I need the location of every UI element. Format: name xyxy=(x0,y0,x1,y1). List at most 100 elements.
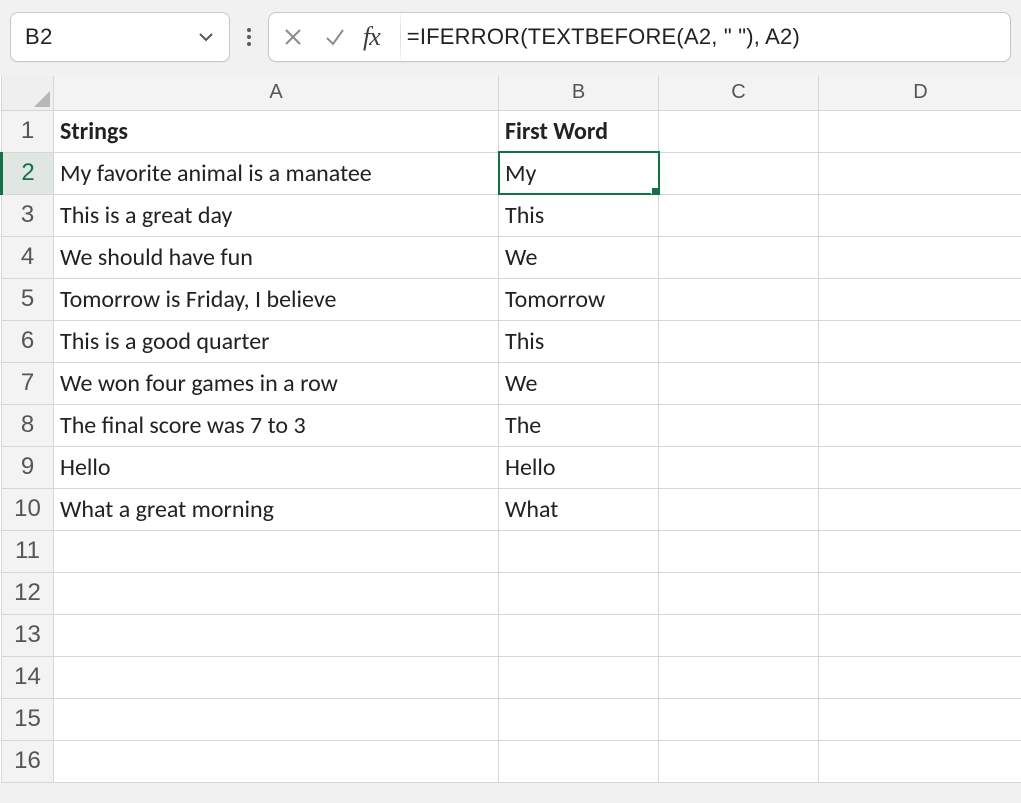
cell[interactable] xyxy=(659,698,819,740)
cell[interactable]: This xyxy=(499,320,659,362)
cell[interactable]: We should have fun xyxy=(54,236,499,278)
cell[interactable] xyxy=(819,614,1021,656)
name-box[interactable]: B2 xyxy=(10,12,230,62)
cell[interactable]: Hello xyxy=(54,446,499,488)
cell[interactable]: We xyxy=(499,236,659,278)
cell[interactable]: Tomorrow xyxy=(499,278,659,320)
select-all-corner[interactable] xyxy=(2,76,54,110)
cell[interactable] xyxy=(659,572,819,614)
chevron-down-icon[interactable] xyxy=(195,26,217,48)
row-header[interactable]: 9 xyxy=(2,446,54,488)
row-header[interactable]: 6 xyxy=(2,320,54,362)
formula-bar[interactable]: fx =IFERROR(TEXTBEFORE(A2, " "), A2) xyxy=(268,12,1011,62)
cell[interactable]: My xyxy=(499,152,659,194)
cell[interactable] xyxy=(499,572,659,614)
row-header[interactable]: 12 xyxy=(2,572,54,614)
cell[interactable] xyxy=(819,236,1021,278)
cell[interactable] xyxy=(819,152,1021,194)
formula-bar-row: B2 fx =IFERROR(TEXTBEFORE(A2, " "), A2) xyxy=(0,0,1021,76)
col-header-a[interactable]: A xyxy=(54,76,499,110)
cell[interactable] xyxy=(659,614,819,656)
row-header[interactable]: 11 xyxy=(2,530,54,572)
row-header[interactable]: 8 xyxy=(2,404,54,446)
cell[interactable] xyxy=(819,278,1021,320)
cell[interactable] xyxy=(819,698,1021,740)
row-header[interactable]: 7 xyxy=(2,362,54,404)
row-header[interactable]: 16 xyxy=(2,740,54,782)
table-row: 7We won four games in a rowWe xyxy=(2,362,1021,404)
row-header[interactable]: 3 xyxy=(2,194,54,236)
cell[interactable] xyxy=(499,530,659,572)
row-header[interactable]: 5 xyxy=(2,278,54,320)
cell[interactable]: Strings xyxy=(54,110,499,152)
cell[interactable]: The final score was 7 to 3 xyxy=(54,404,499,446)
cell[interactable] xyxy=(54,572,499,614)
cell[interactable]: First Word xyxy=(499,110,659,152)
cell[interactable] xyxy=(659,404,819,446)
cell[interactable] xyxy=(819,320,1021,362)
cell[interactable]: We xyxy=(499,362,659,404)
row-header[interactable]: 2 xyxy=(2,152,54,194)
cell[interactable] xyxy=(819,194,1021,236)
cell[interactable] xyxy=(819,530,1021,572)
cell[interactable] xyxy=(54,740,499,782)
cell[interactable] xyxy=(659,488,819,530)
cell[interactable] xyxy=(54,656,499,698)
cell[interactable] xyxy=(659,362,819,404)
cell[interactable]: What a great morning xyxy=(54,488,499,530)
cell[interactable]: My favorite animal is a manatee xyxy=(54,152,499,194)
cell[interactable] xyxy=(819,362,1021,404)
table-row: 3This is a great dayThis xyxy=(2,194,1021,236)
cell[interactable] xyxy=(499,698,659,740)
cell[interactable]: This xyxy=(499,194,659,236)
kebab-icon[interactable] xyxy=(240,17,258,57)
spreadsheet-grid[interactable]: A B C D 1StringsFirst Word 2My favorite a… xyxy=(0,76,1021,783)
cell[interactable]: The xyxy=(499,404,659,446)
row-header[interactable]: 15 xyxy=(2,698,54,740)
cell[interactable] xyxy=(819,110,1021,152)
row-header[interactable]: 10 xyxy=(2,488,54,530)
cell[interactable] xyxy=(659,320,819,362)
cell[interactable] xyxy=(659,152,819,194)
cell[interactable]: We won four games in a row xyxy=(54,362,499,404)
cell[interactable] xyxy=(659,446,819,488)
col-header-b[interactable]: B xyxy=(499,76,659,110)
cell[interactable]: Hello xyxy=(499,446,659,488)
enter-icon[interactable] xyxy=(319,21,351,53)
row-header[interactable]: 14 xyxy=(2,656,54,698)
cell[interactable]: Tomorrow is Friday, I believe xyxy=(54,278,499,320)
cell[interactable] xyxy=(659,530,819,572)
row-header[interactable]: 4 xyxy=(2,236,54,278)
cell[interactable] xyxy=(54,530,499,572)
cell[interactable] xyxy=(819,404,1021,446)
cell[interactable] xyxy=(819,740,1021,782)
cancel-icon[interactable] xyxy=(277,21,309,53)
cell[interactable] xyxy=(54,698,499,740)
table-row: 9HelloHello xyxy=(2,446,1021,488)
cell[interactable] xyxy=(819,488,1021,530)
cell[interactable]: What xyxy=(499,488,659,530)
table-row: 14 xyxy=(2,656,1021,698)
row-header[interactable]: 13 xyxy=(2,614,54,656)
cell[interactable] xyxy=(499,740,659,782)
cell[interactable]: This is a great day xyxy=(54,194,499,236)
cell[interactable] xyxy=(54,614,499,656)
cell[interactable] xyxy=(819,446,1021,488)
cell[interactable] xyxy=(499,614,659,656)
cell[interactable]: This is a good quarter xyxy=(54,320,499,362)
row-header[interactable]: 1 xyxy=(2,110,54,152)
formula-input[interactable]: =IFERROR(TEXTBEFORE(A2, " "), A2) xyxy=(407,24,800,50)
cell[interactable] xyxy=(659,740,819,782)
cell[interactable] xyxy=(659,656,819,698)
col-header-c[interactable]: C xyxy=(659,76,819,110)
cell[interactable] xyxy=(819,572,1021,614)
table-row: 10What a great morningWhat xyxy=(2,488,1021,530)
fx-icon[interactable]: fx xyxy=(361,22,382,52)
cell[interactable] xyxy=(659,278,819,320)
cell[interactable] xyxy=(819,656,1021,698)
cell[interactable] xyxy=(499,656,659,698)
col-header-d[interactable]: D xyxy=(819,76,1021,110)
cell[interactable] xyxy=(659,194,819,236)
cell[interactable] xyxy=(659,110,819,152)
cell[interactable] xyxy=(659,236,819,278)
